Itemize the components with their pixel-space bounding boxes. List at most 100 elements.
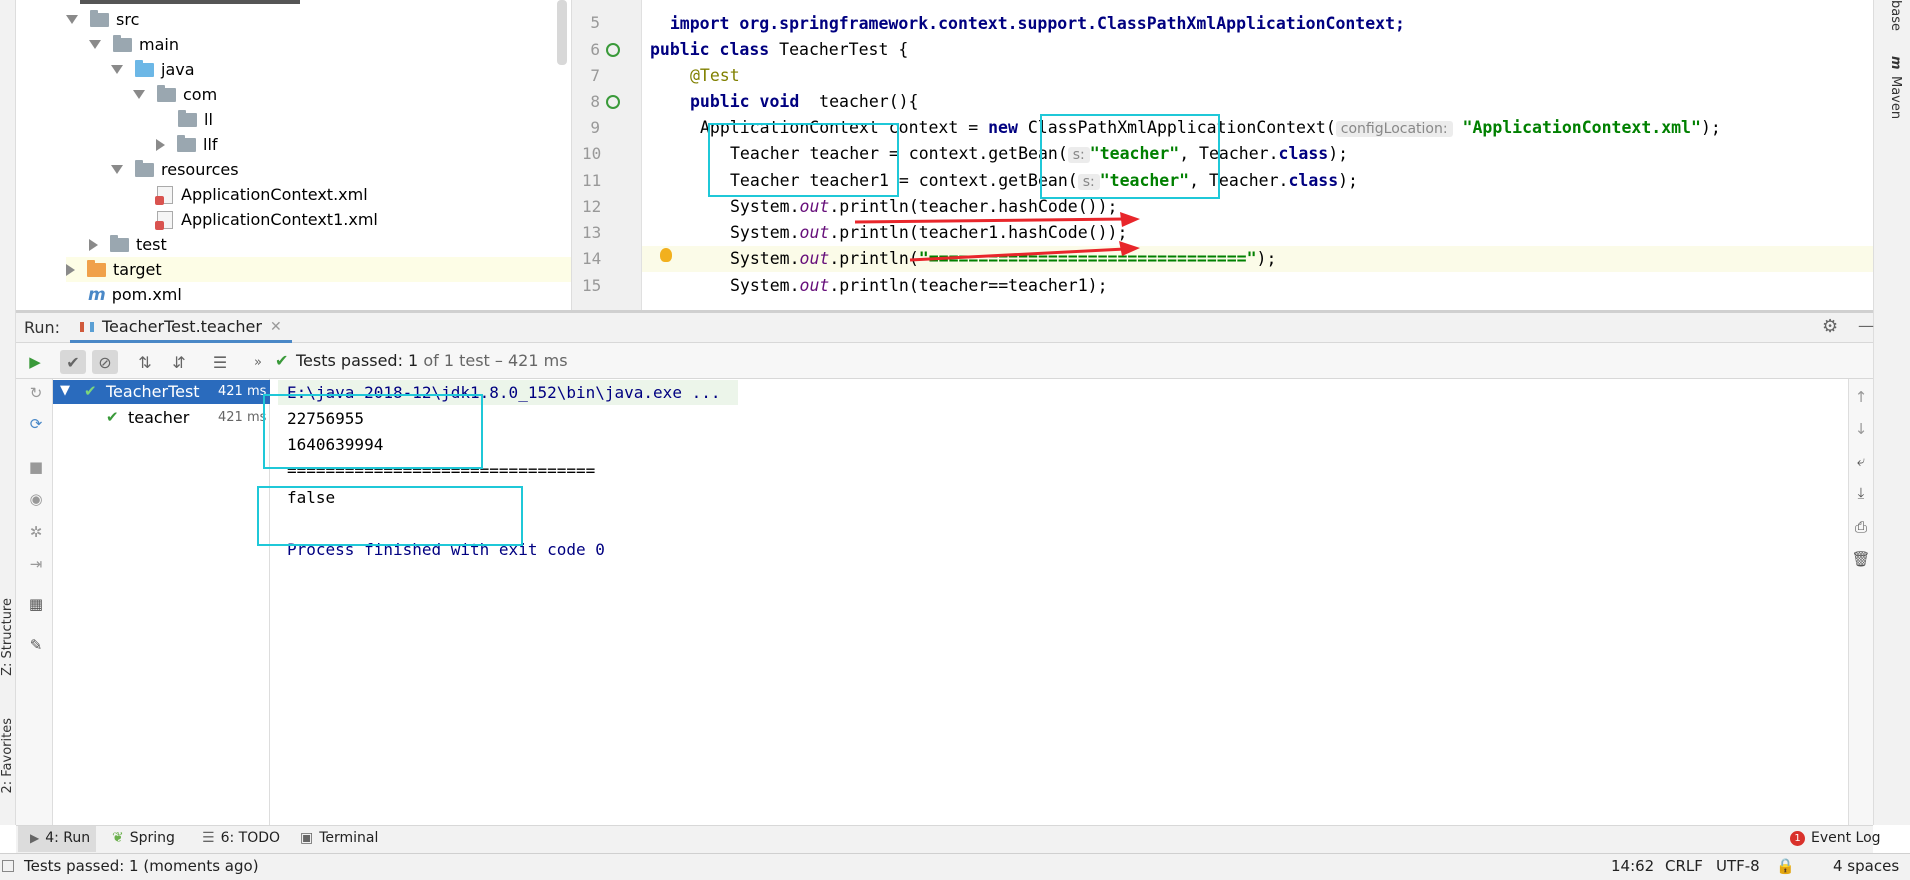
line-number: 15 [582, 276, 602, 295]
run-tab[interactable]: TeacherTest.teacher ✕ [70, 313, 292, 343]
favorites-tool-tab[interactable]: 2: Favorites [0, 718, 15, 794]
chevron-down-icon[interactable] [111, 165, 123, 174]
show-ignored-icon[interactable]: ⊘ [92, 350, 118, 374]
check-icon: ✔ [106, 408, 119, 426]
chevron-down-icon[interactable] [133, 90, 145, 99]
layout-icon[interactable]: ▦ [26, 595, 46, 613]
gear-icon[interactable]: ⚙ [1822, 316, 1838, 337]
test-class-label: TeacherTest [106, 382, 200, 401]
tree-item-resources[interactable]: resources [111, 157, 239, 182]
file-encoding[interactable]: UTF-8 [1716, 857, 1760, 875]
sort-alpha-icon[interactable]: ⇅ [132, 350, 158, 374]
close-icon[interactable]: ✕ [270, 319, 282, 335]
todo-list-icon: ☰ [202, 830, 215, 846]
arrow-up-icon[interactable]: ↑ [1851, 388, 1871, 406]
console-output[interactable] [270, 379, 1850, 825]
trash-icon[interactable]: 🗑 [1851, 550, 1871, 568]
test-class-time: 421 ms [218, 384, 267, 399]
red-arrowhead-1 [1120, 212, 1140, 227]
tree-item-com[interactable]: com [133, 82, 217, 107]
sort-duration-icon[interactable]: ⇵ [166, 350, 192, 374]
tree-item-target[interactable]: target [66, 257, 571, 282]
run-tool-tab[interactable]: ▶ 4: Run [30, 830, 90, 846]
spring-leaf-icon: ❦ [112, 830, 124, 846]
toggle-autotest-icon[interactable]: ⟳ [26, 415, 46, 433]
tree-item-test[interactable]: test [89, 232, 167, 257]
line-separator[interactable]: CRLF [1665, 857, 1703, 875]
tree-item-label: pom.xml [111, 285, 182, 304]
tests-summary: Tests passed: 1 of 1 test – 421 ms [296, 351, 568, 370]
lock-icon[interactable]: 🔒 [1776, 857, 1795, 875]
pin-icon[interactable]: ✎ [26, 636, 46, 654]
chevron-down-icon[interactable] [89, 40, 101, 49]
run-panel-header [16, 313, 1873, 343]
debug-icon[interactable]: ✲ [26, 523, 46, 541]
code-text: TeacherTest { [779, 40, 909, 59]
test-tab-icon [80, 321, 94, 332]
run-test-method-icon[interactable] [606, 95, 620, 109]
spring-tool-tab[interactable]: ❦ Spring [112, 830, 175, 846]
code-text: System. [730, 197, 800, 216]
maven-tool-tab[interactable]: Maven [1888, 76, 1903, 119]
terminal-tool-tab-label: Terminal [319, 830, 379, 846]
test-method-label[interactable]: teacher [128, 408, 189, 427]
chevron-right-icon[interactable] [89, 238, 98, 251]
arrow-down-icon[interactable]: ↓ [1851, 420, 1871, 438]
lightbulb-icon[interactable] [660, 248, 672, 262]
indent-setting[interactable]: 4 spaces [1833, 857, 1899, 875]
keyword: class [1288, 171, 1339, 190]
run-tool-tab-label: 4: Run [45, 830, 91, 846]
rerun-icon[interactable]: ▶ [22, 350, 48, 374]
tree-item-llf[interactable]: llf [156, 132, 218, 157]
expand-all-icon[interactable]: ☰ [207, 350, 233, 374]
structure-tool-tab[interactable]: Z: Structure [0, 598, 15, 676]
red-arrow-1 [854, 217, 1126, 224]
line-number: 6 [590, 40, 600, 59]
stop-icon[interactable]: ■ [26, 458, 46, 476]
event-log-tool-tab[interactable]: 1 Event Log [1790, 830, 1881, 846]
line-number: 5 [590, 13, 600, 32]
chevron-right-icon[interactable] [66, 263, 75, 276]
import-statement: import org.springframework.context.suppo… [669, 14, 1405, 33]
tree-item-java[interactable]: java [111, 57, 195, 82]
code-line-6: public class TeacherTest { [650, 38, 908, 62]
database-tool-tab[interactable]: base [1888, 0, 1903, 31]
scroll-to-end-icon[interactable]: ⤓ [1851, 484, 1871, 502]
caret-position[interactable]: 14:62 [1611, 857, 1654, 875]
tree-item-applicationcontext1-xml[interactable]: ApplicationContext1.xml [155, 207, 378, 232]
status-message[interactable]: Tests passed: 1 (moments ago) [24, 857, 259, 875]
chevron-down-icon[interactable] [66, 15, 78, 24]
terminal-tool-tab[interactable]: ▣ Terminal [300, 830, 378, 846]
annotation: @Test [690, 66, 740, 85]
tree-item-ll[interactable]: ll [178, 107, 213, 132]
show-passed-icon[interactable]: ✔ [60, 350, 86, 374]
tree-item-pom-xml[interactable]: m pom.xml [88, 282, 182, 307]
export-icon[interactable]: ⇥ [26, 555, 46, 573]
annotation-box-declarations [708, 123, 899, 197]
chevron-down-icon[interactable] [111, 65, 123, 74]
line-number: 11 [582, 171, 602, 190]
print-icon[interactable]: ⎙ [1851, 518, 1871, 536]
camera-icon[interactable]: ◉ [26, 490, 46, 508]
tree-item-main[interactable]: main [89, 32, 179, 57]
right-tool-strip: base m Maven [1873, 0, 1910, 825]
tree-item-src[interactable]: src [66, 7, 139, 32]
soft-wrap-icon[interactable]: ⤶ [1851, 452, 1871, 470]
event-log-label: Event Log [1811, 830, 1881, 846]
run-test-class-icon[interactable] [606, 43, 620, 57]
rerun-failed-icon[interactable]: ↻ [26, 384, 46, 402]
check-icon: ✔ [275, 351, 289, 370]
annotation-box-getbean-args [1040, 114, 1220, 199]
resources-folder-icon [135, 159, 154, 177]
todo-tool-tab[interactable]: ☰ 6: TODO [202, 830, 280, 846]
tree-scrollbar[interactable] [557, 0, 567, 65]
minimize-icon[interactable]: — [1858, 316, 1874, 335]
static-field: out [799, 249, 830, 268]
tree-item-applicationcontext-xml[interactable]: ApplicationContext.xml [155, 182, 368, 207]
chevron-right-icon[interactable] [156, 138, 165, 151]
toggle-panel-icon[interactable] [2, 860, 14, 872]
chevron-down-icon[interactable]: ▼ [60, 383, 70, 398]
more-icon[interactable]: » [245, 350, 271, 374]
keyword: public void [690, 92, 810, 111]
code-text: ); [1338, 171, 1358, 190]
